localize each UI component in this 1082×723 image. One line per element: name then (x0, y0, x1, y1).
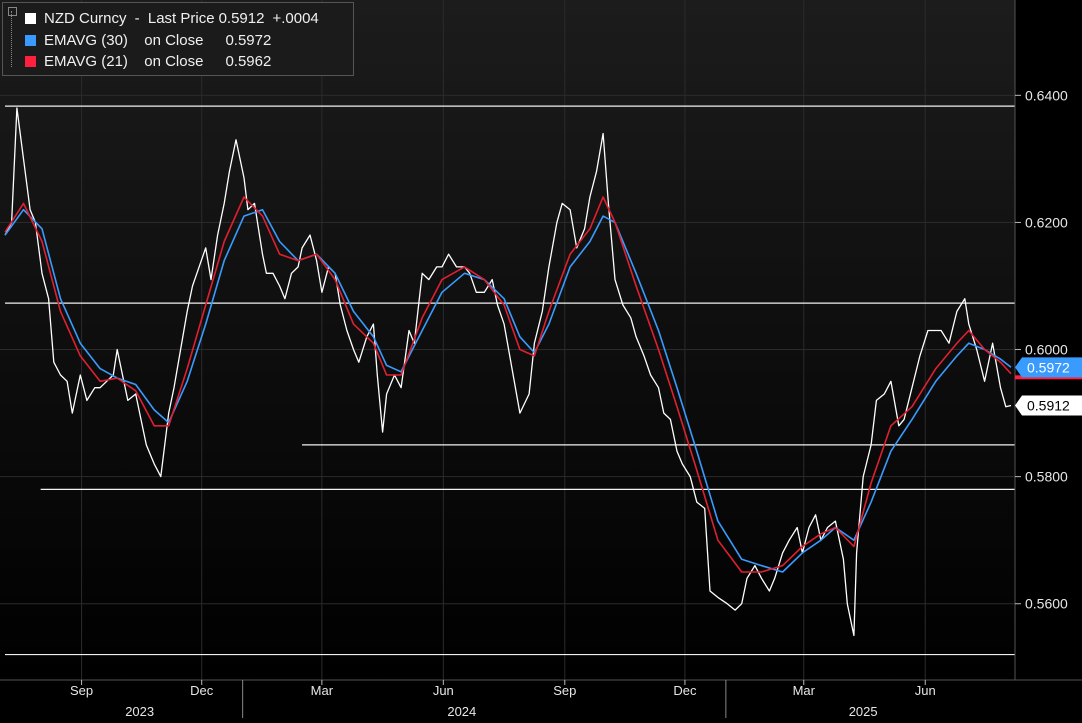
x-axis: Sep Dec Mar Jun Sep Dec Mar Jun 2023 2024 2025 (0, 679, 1082, 719)
y-tick-label: 0.6400 (1025, 87, 1068, 103)
legend-field: Last Price (147, 9, 215, 27)
legend-series-name: NZD Curncy (44, 9, 127, 27)
x-tick-label: Jun (915, 683, 936, 698)
legend-value: 0.5962 (225, 52, 272, 70)
x-tick-label: Mar (311, 683, 334, 698)
y-tick-label: 0.5800 (1025, 469, 1068, 485)
y-tick-label: 0.5600 (1025, 596, 1068, 612)
legend-item-ema21[interactable]: EMAVG (21) on Close 0.5962 (25, 52, 271, 70)
y-tick-label: 0.6200 (1025, 214, 1068, 230)
x-year-label: 2023 (125, 704, 154, 718)
x-tick-label: Sep (70, 683, 93, 698)
x-tick-label: Dec (673, 683, 697, 698)
legend-series-name: EMAVG (30) (44, 31, 128, 49)
legend-value: 0.5972 (225, 31, 272, 49)
chart-root: 0.5600 0.5800 0.6000 0.6200 0.6400 Sep Dec Mar… (0, 0, 1082, 719)
x-year-label: 2025 (849, 704, 878, 718)
y-tick-label: 0.6000 (1025, 342, 1068, 358)
legend-separator (132, 53, 140, 70)
legend-item-price[interactable]: NZD Curncy - Last Price 0.5912 +.0004 (25, 9, 319, 27)
price-label-text: 0.5972 (1027, 359, 1070, 375)
legend-change: +.0004 (272, 9, 319, 27)
x-tick-label: Dec (190, 683, 214, 698)
x-tick-label: Sep (553, 683, 576, 698)
legend-field: on Close (144, 52, 204, 70)
legend-item-ema30[interactable]: EMAVG (30) on Close 0.5972 (25, 31, 271, 49)
legend: NZD Curncy - Last Price 0.5912 +.0004 EM… (2, 2, 354, 76)
legend-swatch-ema30 (25, 34, 36, 46)
y-axis: 0.5600 0.5800 0.6000 0.6200 0.6400 (1014, 0, 1068, 680)
price-chart: 0.5600 0.5800 0.6000 0.6200 0.6400 Sep Dec Mar… (0, 0, 1082, 719)
x-year-label: 2024 (447, 704, 476, 718)
legend-tree-line (11, 11, 20, 67)
legend-swatch-price (25, 12, 36, 24)
legend-separator (132, 32, 140, 49)
legend-value: 0.5912 (218, 9, 265, 27)
price-labels: 0.5972 0.5912 (1015, 357, 1082, 416)
x-tick-label: Mar (793, 683, 816, 698)
legend-swatch-ema21 (25, 55, 36, 67)
x-tick-label: Jun (433, 683, 454, 698)
legend-series-name: EMAVG (21) (44, 52, 128, 70)
legend-field: on Close (144, 31, 204, 49)
price-label-text: 0.5912 (1027, 397, 1070, 413)
legend-separator: - (130, 9, 144, 27)
